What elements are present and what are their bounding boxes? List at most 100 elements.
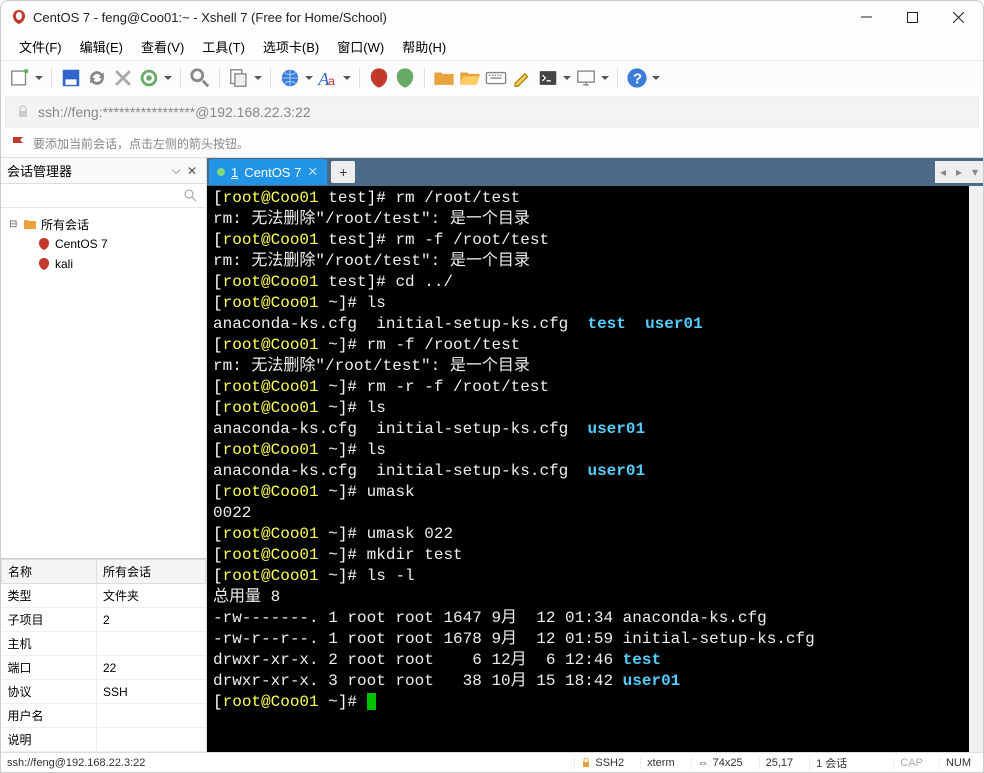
props-header-sess[interactable]: 所有会话 [97,560,206,584]
props-key: 用户名 [2,704,97,728]
tab-menu-icon[interactable]: ▾ [967,161,983,183]
terminal[interactable]: [root@Coo01 test]# rm /root/testrm: 无法删除… [207,186,969,752]
session-tree: ⊟ 所有会话 CentOS 7 kali [1,208,206,280]
window-controls [843,2,981,32]
status-term: xterm [640,757,681,769]
find-icon[interactable] [189,67,211,89]
minimize-button[interactable] [843,2,889,32]
properties-icon[interactable] [138,67,160,89]
props-row: 说明 [2,728,206,752]
folder-icon [23,217,37,231]
props-row: 协议SSH [2,680,206,704]
props-value [97,728,206,752]
tab-prev-icon[interactable]: ◂ [935,161,951,183]
whirl-green-icon[interactable] [394,67,416,89]
dropdown-icon[interactable] [164,76,172,81]
props-key: 协议 [2,680,97,704]
close-button[interactable] [935,2,981,32]
disconnect-icon[interactable] [112,67,134,89]
menu-help[interactable]: 帮助(H) [394,33,454,60]
tab-number: 1 [231,165,238,180]
props-value: SSH [97,680,206,704]
tab-label: CentOS 7 [244,165,301,180]
menu-view[interactable]: 查看(V) [133,33,192,60]
dropdown-icon[interactable] [35,76,43,81]
dropdown-icon[interactable] [254,76,262,81]
address-bar[interactable]: ssh://feng:*****************@192.168.22.… [5,96,979,128]
globe-icon[interactable] [279,67,301,89]
menu-file[interactable]: 文件(F) [11,33,70,60]
main-area: 会话管理器 ⌵ ✕ ⊟ 所有会话 CentOS 7 kali [1,157,983,752]
help-icon[interactable]: ? [626,67,648,89]
tab-close-icon[interactable]: ✕ [307,164,319,180]
hint-bar: 要添加当前会话，点击左侧的箭头按钮。 [1,129,983,157]
status-num: NUM [939,757,977,769]
props-key: 类型 [2,584,97,608]
keyboard-icon[interactable] [485,67,507,89]
status-size: ⇔ 74x25 [691,757,749,769]
save-icon[interactable] [60,67,82,89]
props-header-name[interactable]: 名称 [2,560,97,584]
dropdown-icon[interactable] [563,76,571,81]
tree-item-kali[interactable]: kali [5,254,202,274]
svg-text:a: a [328,74,335,88]
tree-item-centos[interactable]: CentOS 7 [5,234,202,254]
copy-icon[interactable] [228,67,250,89]
maximize-button[interactable] [889,2,935,32]
scrollbar[interactable] [969,186,983,752]
panel-title: 会话管理器 [7,161,168,180]
search-icon [184,189,198,203]
tab-next-icon[interactable]: ▸ [951,161,967,183]
menu-bar: 文件(F) 编辑(E) 查看(V) 工具(T) 选项卡(B) 窗口(W) 帮助(… [1,33,983,61]
panel-search[interactable] [1,184,206,208]
window-title: CentOS 7 - feng@Coo01:~ - Xshell 7 (Free… [33,10,843,25]
new-session-icon[interactable] [9,67,31,89]
command-icon[interactable] [537,67,559,89]
status-dot-icon [217,168,225,176]
props-value: 22 [97,656,206,680]
tab-bar: 1 CentOS 7 ✕ + ◂ ▸ ▾ [207,158,983,186]
highlight-icon[interactable] [511,67,533,89]
menu-window[interactable]: 窗口(W) [329,33,392,60]
tab-centos[interactable]: 1 CentOS 7 ✕ [209,159,327,185]
collapse-icon[interactable]: ⊟ [9,219,19,230]
props-value [97,704,206,728]
content-area: 1 CentOS 7 ✕ + ◂ ▸ ▾ [root@Coo01 test]# … [207,158,983,752]
props-row: 子项目2 [2,608,206,632]
reconnect-icon[interactable] [86,67,108,89]
menu-edit[interactable]: 编辑(E) [72,33,131,60]
props-row: 主机 [2,632,206,656]
props-row: 类型文件夹 [2,584,206,608]
props-value: 文件夹 [97,584,206,608]
new-tab-button[interactable]: + [331,161,355,183]
pin-icon[interactable]: ⌵ [168,163,184,178]
whirl-red-icon[interactable] [368,67,390,89]
status-cap: CAP [893,757,929,769]
tree-root[interactable]: ⊟ 所有会话 [5,214,202,234]
panel-close-icon[interactable]: ✕ [184,164,200,178]
status-pos: 25,17 [759,757,800,769]
dropdown-icon[interactable] [652,76,660,81]
props-key: 主机 [2,632,97,656]
props-key: 说明 [2,728,97,752]
svg-text:?: ? [633,71,642,88]
address-text: ssh://feng:*****************@192.168.22.… [38,104,311,120]
dropdown-icon[interactable] [305,76,313,81]
dropdown-icon[interactable] [601,76,609,81]
props-value [97,632,206,656]
menu-tools[interactable]: 工具(T) [194,33,253,60]
lock-icon [16,105,30,119]
tool-bar: Aa ? [1,61,983,95]
props-value: 2 [97,608,206,632]
panel-header: 会话管理器 ⌵ ✕ [1,158,206,184]
monitor-icon[interactable] [575,67,597,89]
menu-tabs[interactable]: 选项卡(B) [255,33,327,60]
font-icon[interactable]: Aa [317,67,339,89]
dropdown-icon[interactable] [343,76,351,81]
props-key: 端口 [2,656,97,680]
status-sess: 1 会话 [809,755,853,771]
folder-icon[interactable] [433,67,455,89]
props-row: 端口22 [2,656,206,680]
folder-open-icon[interactable] [459,67,481,89]
lock-icon [581,758,591,768]
